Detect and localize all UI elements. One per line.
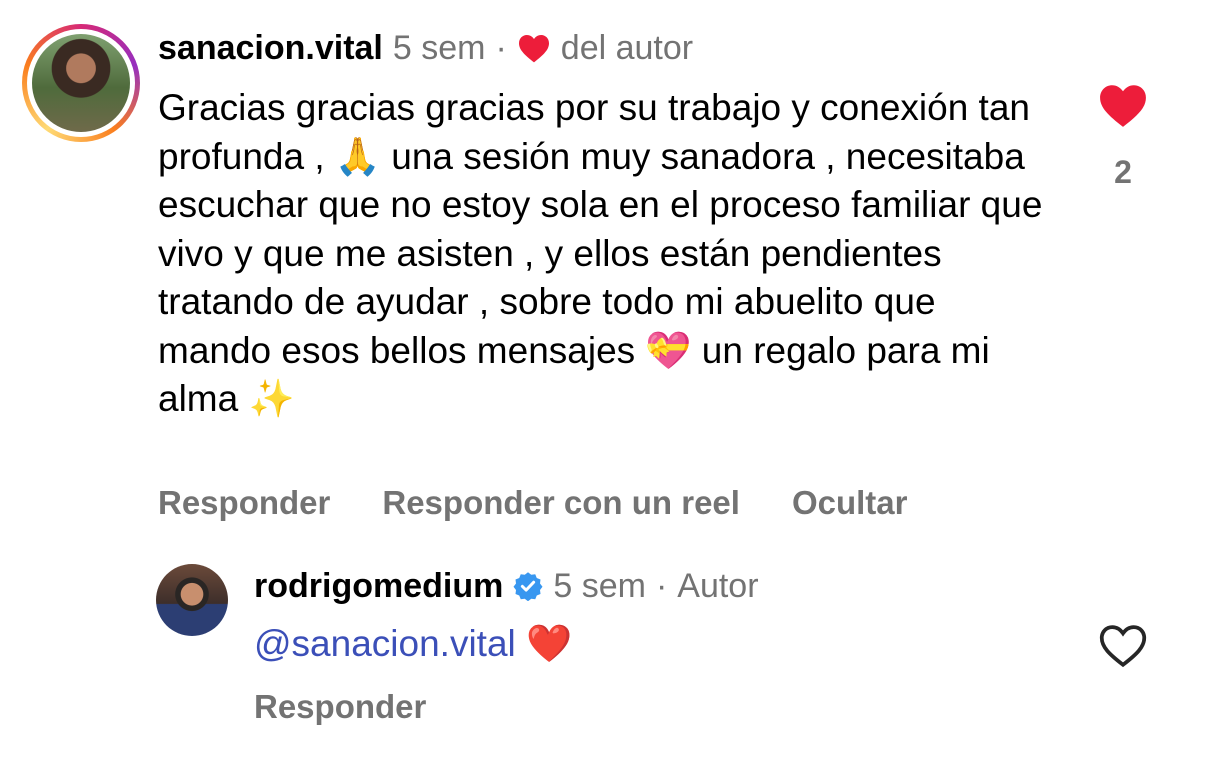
verified-badge-icon: [513, 572, 543, 601]
avatar-story-ring[interactable]: [22, 24, 140, 142]
separator-dot: ·: [655, 567, 668, 605]
separator-dot: ·: [495, 29, 507, 67]
reply-text: @sanacion.vital ❤️: [254, 620, 572, 668]
reply-header: rodrigomedium 5 sem · Autor: [254, 566, 759, 606]
like-count[interactable]: 2: [1110, 154, 1136, 191]
heart-outline-icon[interactable]: [1098, 622, 1148, 668]
username[interactable]: rodrigomedium: [254, 566, 503, 606]
author-like-label: del autor: [560, 29, 694, 67]
comment-text: Gracias gracias gracias por su trabajo y…: [158, 87, 1043, 419]
author-liked-heart-icon: [518, 35, 549, 63]
reply-with-reel-button[interactable]: Responder con un reel: [382, 484, 740, 522]
author-label: Autor: [677, 567, 759, 605]
comment-sanacion-vital: sanacion.vital 5 sem · del autor Gracias…: [0, 0, 1206, 540]
avatar-inner: [27, 29, 135, 137]
timestamp: 5 sem: [553, 567, 646, 605]
username[interactable]: sanacion.vital: [158, 28, 383, 68]
timestamp: 5 sem: [392, 29, 486, 67]
avatar[interactable]: [156, 564, 228, 636]
reply-button[interactable]: Responder: [254, 688, 426, 725]
reply-actions: Responder: [254, 688, 426, 726]
comment-actions: Responder Responder con un reel Ocultar: [158, 484, 908, 522]
heart-icon[interactable]: [1098, 82, 1148, 128]
mention-link[interactable]: @sanacion.vital: [254, 623, 516, 664]
hide-button[interactable]: Ocultar: [792, 484, 908, 522]
heart-emoji: ❤️: [526, 622, 573, 665]
avatar: [32, 34, 130, 132]
reply-button[interactable]: Responder: [158, 484, 330, 522]
comment-header: sanacion.vital 5 sem · del autor: [158, 28, 693, 68]
